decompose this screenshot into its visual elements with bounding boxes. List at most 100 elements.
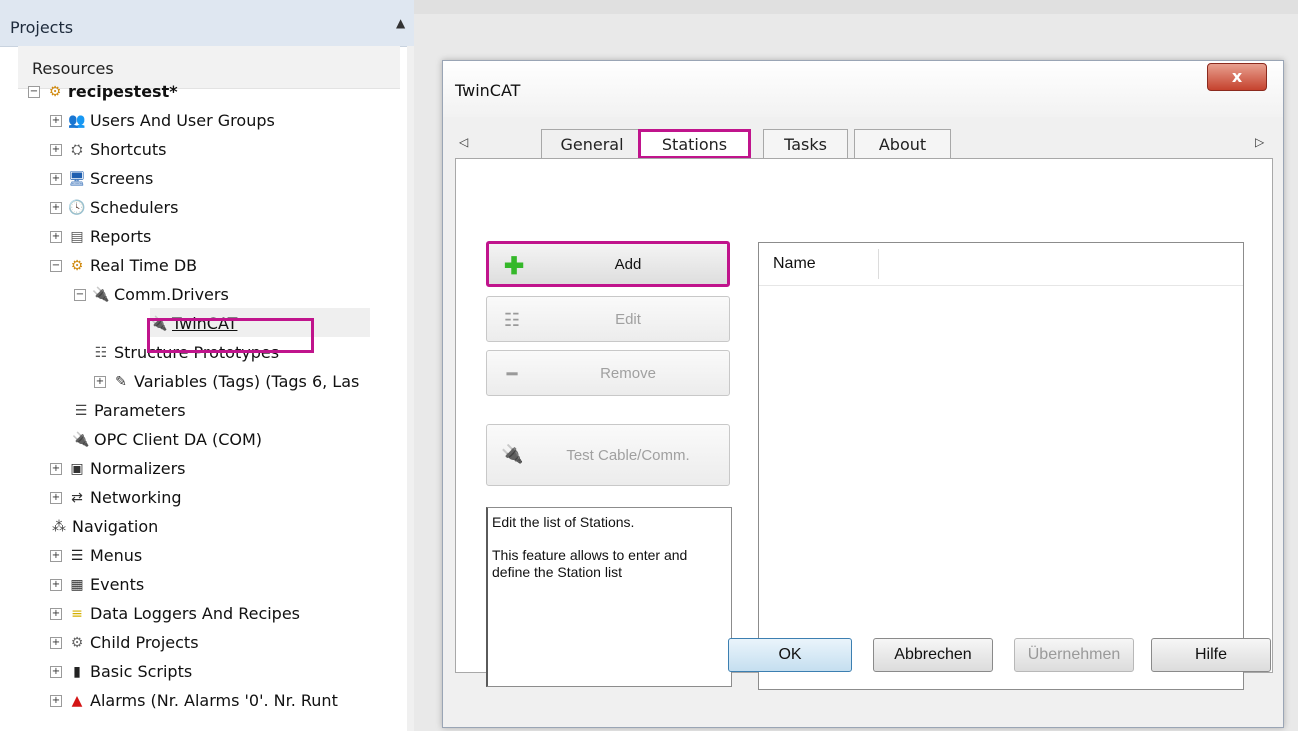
- tree-item[interactable]: + ▤ Reports: [50, 221, 151, 250]
- structure-edit-icon: ☷: [503, 310, 521, 330]
- tab-tasks[interactable]: Tasks: [763, 129, 848, 159]
- remove-button[interactable]: ━ Remove: [486, 350, 730, 396]
- tree-item-label: Normalizers: [90, 459, 186, 478]
- shortcut-icon: ⛭: [71, 141, 83, 158]
- collapse-toggle-icon[interactable]: −: [74, 288, 86, 301]
- close-button[interactable]: x: [1207, 63, 1267, 91]
- dialog-title: TwinCAT: [455, 81, 521, 100]
- tree-item-label: Users And User Groups: [90, 111, 275, 130]
- help-button[interactable]: Hilfe: [1151, 638, 1271, 672]
- expand-toggle-icon[interactable]: +: [50, 578, 62, 591]
- description-line-2: This feature allows to enter and define …: [492, 547, 688, 580]
- stations-list[interactable]: Name: [758, 242, 1244, 690]
- expand-toggle-icon[interactable]: +: [50, 230, 62, 243]
- normalizer-icon: ▣: [70, 460, 84, 477]
- navigation-icon: ⁂: [52, 518, 66, 535]
- tree-item-label: Parameters: [94, 401, 186, 420]
- tree-item[interactable]: + ▦ Events: [50, 569, 144, 598]
- dialog-titlebar[interactable]: TwinCAT x: [443, 61, 1283, 117]
- tree-item[interactable]: + ≡ Data Loggers And Recipes: [50, 598, 300, 627]
- projects-panel: Projects ▲ Resources − ⚙ recipestest* + 👥 Use…: [0, 0, 414, 731]
- column-header-name[interactable]: Name: [773, 255, 816, 273]
- edit-button-label: Edit: [615, 310, 641, 328]
- parameters-icon: ☰: [74, 402, 88, 419]
- tree-item-label: Variables (Tags) (Tags 6, Las: [134, 372, 360, 391]
- tab-about[interactable]: About: [854, 129, 951, 159]
- tree-item-label: Screens: [90, 169, 154, 188]
- expand-toggle-icon[interactable]: +: [50, 665, 62, 678]
- plug-icon: 🔌: [72, 431, 90, 448]
- expand-toggle-icon[interactable]: +: [50, 114, 62, 127]
- menu-icon: ☰: [70, 547, 84, 564]
- plug-icon: 🔌: [92, 286, 110, 303]
- tree-item-label: Child Projects: [90, 633, 199, 652]
- edit-button[interactable]: ☷ Edit: [486, 296, 730, 342]
- expand-toggle-icon[interactable]: +: [50, 201, 62, 214]
- tree-item[interactable]: + ✎ Variables (Tags) (Tags 6, Las: [94, 366, 359, 395]
- tree-item[interactable]: + ▮ Basic Scripts: [50, 656, 192, 685]
- tree-item[interactable]: + 👥 Users And User Groups: [50, 105, 275, 134]
- tree-item[interactable]: + 🕓 Schedulers: [50, 192, 178, 221]
- tree-item-label: recipestest*: [68, 82, 178, 101]
- collapse-arrow-icon[interactable]: ▲: [396, 16, 405, 30]
- tree-item[interactable]: − 🔌 Comm.Drivers: [74, 279, 229, 308]
- tab-scroll-right-icon[interactable]: ▷: [1255, 135, 1264, 149]
- add-button[interactable]: ✚ Add: [486, 241, 730, 287]
- expand-toggle-icon[interactable]: +: [50, 607, 62, 620]
- test-cable-button[interactable]: 🔌 Test Cable/Comm.: [486, 424, 730, 486]
- list-header: Name: [759, 243, 1243, 286]
- remove-button-label: Remove: [600, 364, 656, 382]
- tree-item[interactable]: + ⛭ Shortcuts: [50, 134, 166, 163]
- tab-strip: ◁ General Stations Tasks About ▷: [455, 129, 1273, 159]
- expand-toggle-icon[interactable]: +: [50, 636, 62, 649]
- tab-scroll-left-icon[interactable]: ◁: [459, 135, 468, 149]
- expand-toggle-icon[interactable]: +: [50, 172, 62, 185]
- expand-toggle-icon[interactable]: +: [94, 375, 106, 388]
- tree-item[interactable]: + ⇄ Networking: [50, 482, 182, 511]
- column-divider[interactable]: [878, 249, 879, 279]
- structure-icon: ☷: [94, 344, 108, 361]
- collapse-toggle-icon[interactable]: −: [28, 85, 40, 98]
- expand-toggle-icon[interactable]: +: [50, 462, 62, 475]
- tree-item-label: Networking: [90, 488, 182, 507]
- expand-toggle-icon[interactable]: +: [50, 549, 62, 562]
- test-cable-button-label: Test Cable/Comm.: [566, 446, 690, 464]
- tree-item[interactable]: 🔌 OPC Client DA (COM): [72, 424, 262, 453]
- expand-toggle-icon[interactable]: +: [50, 491, 62, 504]
- tree-item[interactable]: ⁂ Navigation: [50, 511, 158, 540]
- script-icon: ▮: [73, 663, 81, 680]
- tree-item[interactable]: − ⚙ recipestest*: [28, 76, 178, 105]
- collapse-toggle-icon[interactable]: −: [50, 259, 62, 272]
- tree-item[interactable]: + ▲ Alarms (Nr. Alarms '0'. Nr. Runt: [50, 685, 338, 714]
- events-icon: ▦: [70, 576, 84, 593]
- tree-item[interactable]: + ☰ Menus: [50, 540, 142, 569]
- tree-item-label: Menus: [90, 546, 143, 565]
- tree-item[interactable]: + 🖥 Screens: [50, 163, 153, 192]
- twincat-dialog: TwinCAT x ◁ General Stations Tasks About…: [442, 60, 1284, 728]
- apply-button[interactable]: Übernehmen: [1014, 638, 1134, 672]
- description-line-1: Edit the list of Stations.: [492, 514, 635, 530]
- scrollbar[interactable]: [407, 46, 414, 731]
- tab-general[interactable]: General: [541, 129, 643, 159]
- ok-button[interactable]: OK: [728, 638, 852, 672]
- tree-item[interactable]: + ▣ Normalizers: [50, 453, 186, 482]
- projects-header: Projects ▲: [0, 0, 414, 47]
- database-icon: ≡: [71, 605, 83, 622]
- tree-item-label: OPC Client DA (COM): [94, 430, 263, 449]
- expand-toggle-icon[interactable]: +: [50, 694, 62, 707]
- tree-item-label: Basic Scripts: [90, 662, 193, 681]
- report-icon: ▤: [70, 228, 84, 245]
- expand-toggle-icon[interactable]: +: [50, 143, 62, 156]
- workspace-top-strip: [414, 0, 1298, 14]
- cable-plug-icon: 🔌: [501, 444, 524, 464]
- users-icon: 👥: [68, 112, 86, 129]
- tree-item[interactable]: − ⚙ Real Time DB: [50, 250, 197, 279]
- tree-item-label: Schedulers: [90, 198, 179, 217]
- tab-stations[interactable]: Stations: [638, 129, 751, 159]
- tree-item[interactable]: + ⚙ Child Projects: [50, 627, 199, 656]
- tree-item[interactable]: ☰ Parameters: [72, 395, 186, 424]
- close-icon: x: [1231, 67, 1243, 86]
- tree-item-label: Real Time DB: [90, 256, 198, 275]
- cancel-button[interactable]: Abbrechen: [873, 638, 993, 672]
- plus-icon: ✚: [503, 253, 525, 280]
